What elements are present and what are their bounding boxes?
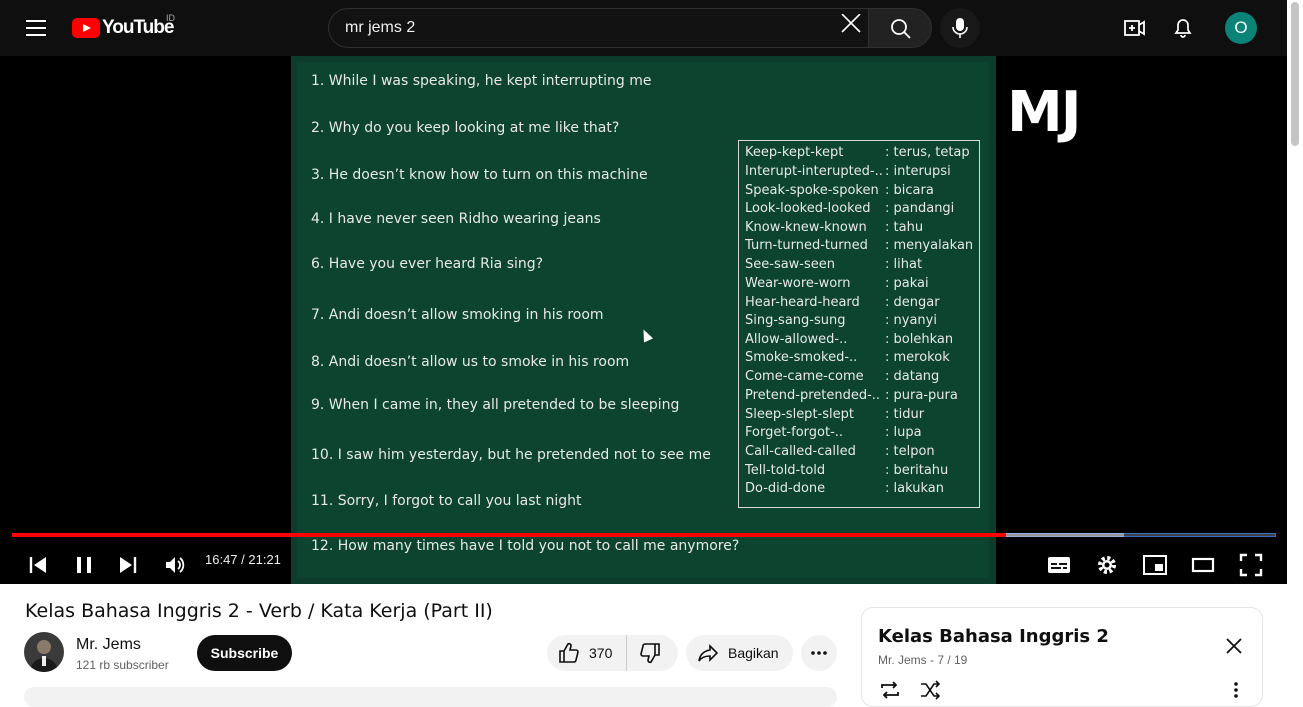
vocab-row: Sing-sang-sung: nyanyi	[745, 313, 937, 328]
clear-search-icon[interactable]	[838, 13, 866, 42]
vocab-row: Do-did-done: lakukan	[745, 481, 944, 496]
slide-sentence: 11. Sorry, I forgot to call you last nig…	[311, 493, 582, 509]
vocab-row: See-saw-seen: lihat	[745, 257, 923, 272]
search-button[interactable]	[868, 8, 932, 48]
like-button[interactable]: 370	[547, 635, 626, 671]
playlist-title[interactable]: Kelas Bahasa Inggris 2	[878, 626, 1109, 647]
vocab-row: Tell-told-told: beritahu	[745, 463, 949, 478]
youtube-logo[interactable]: YouTube	[72, 17, 174, 39]
slide-sentence: 4. I have never seen Ridho wearing jeans	[311, 211, 601, 227]
like-count: 370	[589, 645, 613, 661]
description-box[interactable]	[24, 687, 837, 707]
search-input[interactable]: mr jems 2	[345, 19, 415, 37]
vocab-row: Call-called-called: telpon	[745, 444, 935, 459]
lesson-slide: 1. While I was speaking, he kept interru…	[291, 56, 996, 584]
vocab-row: Forget-forgot-..: lupa	[745, 425, 922, 440]
slide-sentence: 12. How many times have I told you not t…	[311, 538, 740, 554]
vocab-row: Smoke-smoked-..: merokok	[745, 350, 950, 365]
slide-sentence: 2. Why do you keep looking at me like th…	[311, 120, 620, 136]
subscriber-count: 121 rb subscriber	[76, 658, 169, 672]
vocab-row: Pretend-pretended-..: pura-pura	[745, 388, 958, 403]
volume-icon[interactable]	[157, 547, 193, 583]
playlist-panel: Kelas Bahasa Inggris 2 Mr. Jems - 7 / 19	[861, 607, 1263, 707]
slide-board: 1. While I was speaking, he kept interru…	[297, 62, 989, 578]
vocab-row: Speak-spoke-spoken: bicara	[745, 183, 934, 198]
playlist-meta: Mr. Jems - 7 / 19	[878, 653, 968, 667]
previous-icon[interactable]	[20, 547, 56, 583]
next-icon[interactable]	[110, 547, 146, 583]
loop-icon[interactable]	[878, 678, 902, 702]
slide-sentence: 3. He doesn’t know how to turn on this m…	[311, 167, 648, 183]
top-bar: YouTube ID mr jems 2 O	[0, 0, 1287, 56]
share-label: Bagikan	[728, 645, 779, 661]
vocab-row: Interupt-interupted-..: interupsi	[745, 164, 951, 179]
slide-sentence: 8. Andi doesn’t allow us to smoke in his…	[311, 354, 630, 370]
notifications-bell-icon[interactable]	[1163, 8, 1203, 48]
menu-icon[interactable]	[16, 8, 56, 48]
pause-icon[interactable]	[66, 547, 102, 583]
share-icon	[698, 644, 719, 662]
video-player[interactable]: 1. While I was speaking, he kept interru…	[0, 56, 1287, 584]
miniplayer-icon[interactable]	[1137, 547, 1173, 583]
progress-bar[interactable]	[12, 532, 1276, 538]
vocab-row: Keep-kept-kept: terus, tetap	[745, 145, 970, 160]
time-display: 16:47 / 21:21	[205, 552, 281, 567]
slide-sentence: 6. Have you ever heard Ria sing?	[311, 256, 544, 272]
thumbs-down-icon	[640, 643, 660, 664]
subtitles-icon[interactable]	[1041, 547, 1077, 583]
progress-played	[12, 533, 1006, 537]
more-horizontal-icon	[811, 651, 827, 655]
slide-sentence: 10. I saw him yesterday, but he pretende…	[311, 447, 711, 463]
youtube-play-icon	[72, 18, 100, 38]
account-avatar[interactable]: O	[1225, 12, 1257, 44]
share-button[interactable]: Bagikan	[686, 635, 793, 671]
shuffle-icon[interactable]	[918, 678, 942, 702]
vocab-row: Wear-wore-worn: pakai	[745, 276, 929, 291]
more-vertical-icon[interactable]	[1224, 678, 1248, 702]
vocab-row: Turn-turned-turned: menyalakan	[745, 238, 974, 253]
page-scrollbar[interactable]	[1287, 0, 1303, 697]
channel-avatar[interactable]	[24, 632, 64, 672]
search-box[interactable]: mr jems 2	[328, 8, 869, 48]
theater-mode-icon[interactable]	[1185, 547, 1221, 583]
country-code: ID	[166, 13, 175, 23]
vocab-row: Hear-heard-heard: dengar	[745, 295, 940, 310]
dislike-button[interactable]	[626, 635, 678, 671]
slide-sentence: 1. While I was speaking, he kept interru…	[311, 73, 652, 89]
vocab-row: Look-looked-looked: pandangi	[745, 201, 955, 216]
slide-sentence: 7. Andi doesn’t allow smoking in his roo…	[311, 307, 604, 323]
vocab-row: Know-knew-known: tahu	[745, 220, 924, 235]
scrollbar-thumb[interactable]	[1291, 2, 1299, 146]
microphone-icon[interactable]	[940, 8, 980, 48]
subscribe-button[interactable]: Subscribe	[197, 635, 292, 671]
more-actions-button[interactable]	[801, 635, 837, 671]
logo-text: YouTube	[102, 17, 174, 38]
vocab-row: Sleep-slept-slept: tidur	[745, 407, 925, 422]
thumbs-up-icon	[559, 642, 579, 663]
slide-sentence: 9. When I came in, they all pretended to…	[311, 397, 680, 413]
create-video-icon[interactable]	[1114, 8, 1154, 48]
channel-watermark: MJ	[1007, 80, 1082, 145]
fullscreen-icon[interactable]	[1233, 547, 1269, 583]
channel-name[interactable]: Mr. Jems	[76, 636, 141, 654]
video-title: Kelas Bahasa Inggris 2 - Verb / Kata Ker…	[25, 600, 493, 622]
settings-gear-icon[interactable]	[1089, 547, 1125, 583]
vocab-row: Allow-allowed-..: bolehkan	[745, 332, 954, 347]
close-icon[interactable]	[1218, 630, 1250, 662]
search-icon	[891, 19, 911, 39]
vocabulary-table: Keep-kept-kept: terus, tetap Interupt-in…	[738, 140, 980, 508]
vocab-row: Come-came-come: datang	[745, 369, 940, 384]
